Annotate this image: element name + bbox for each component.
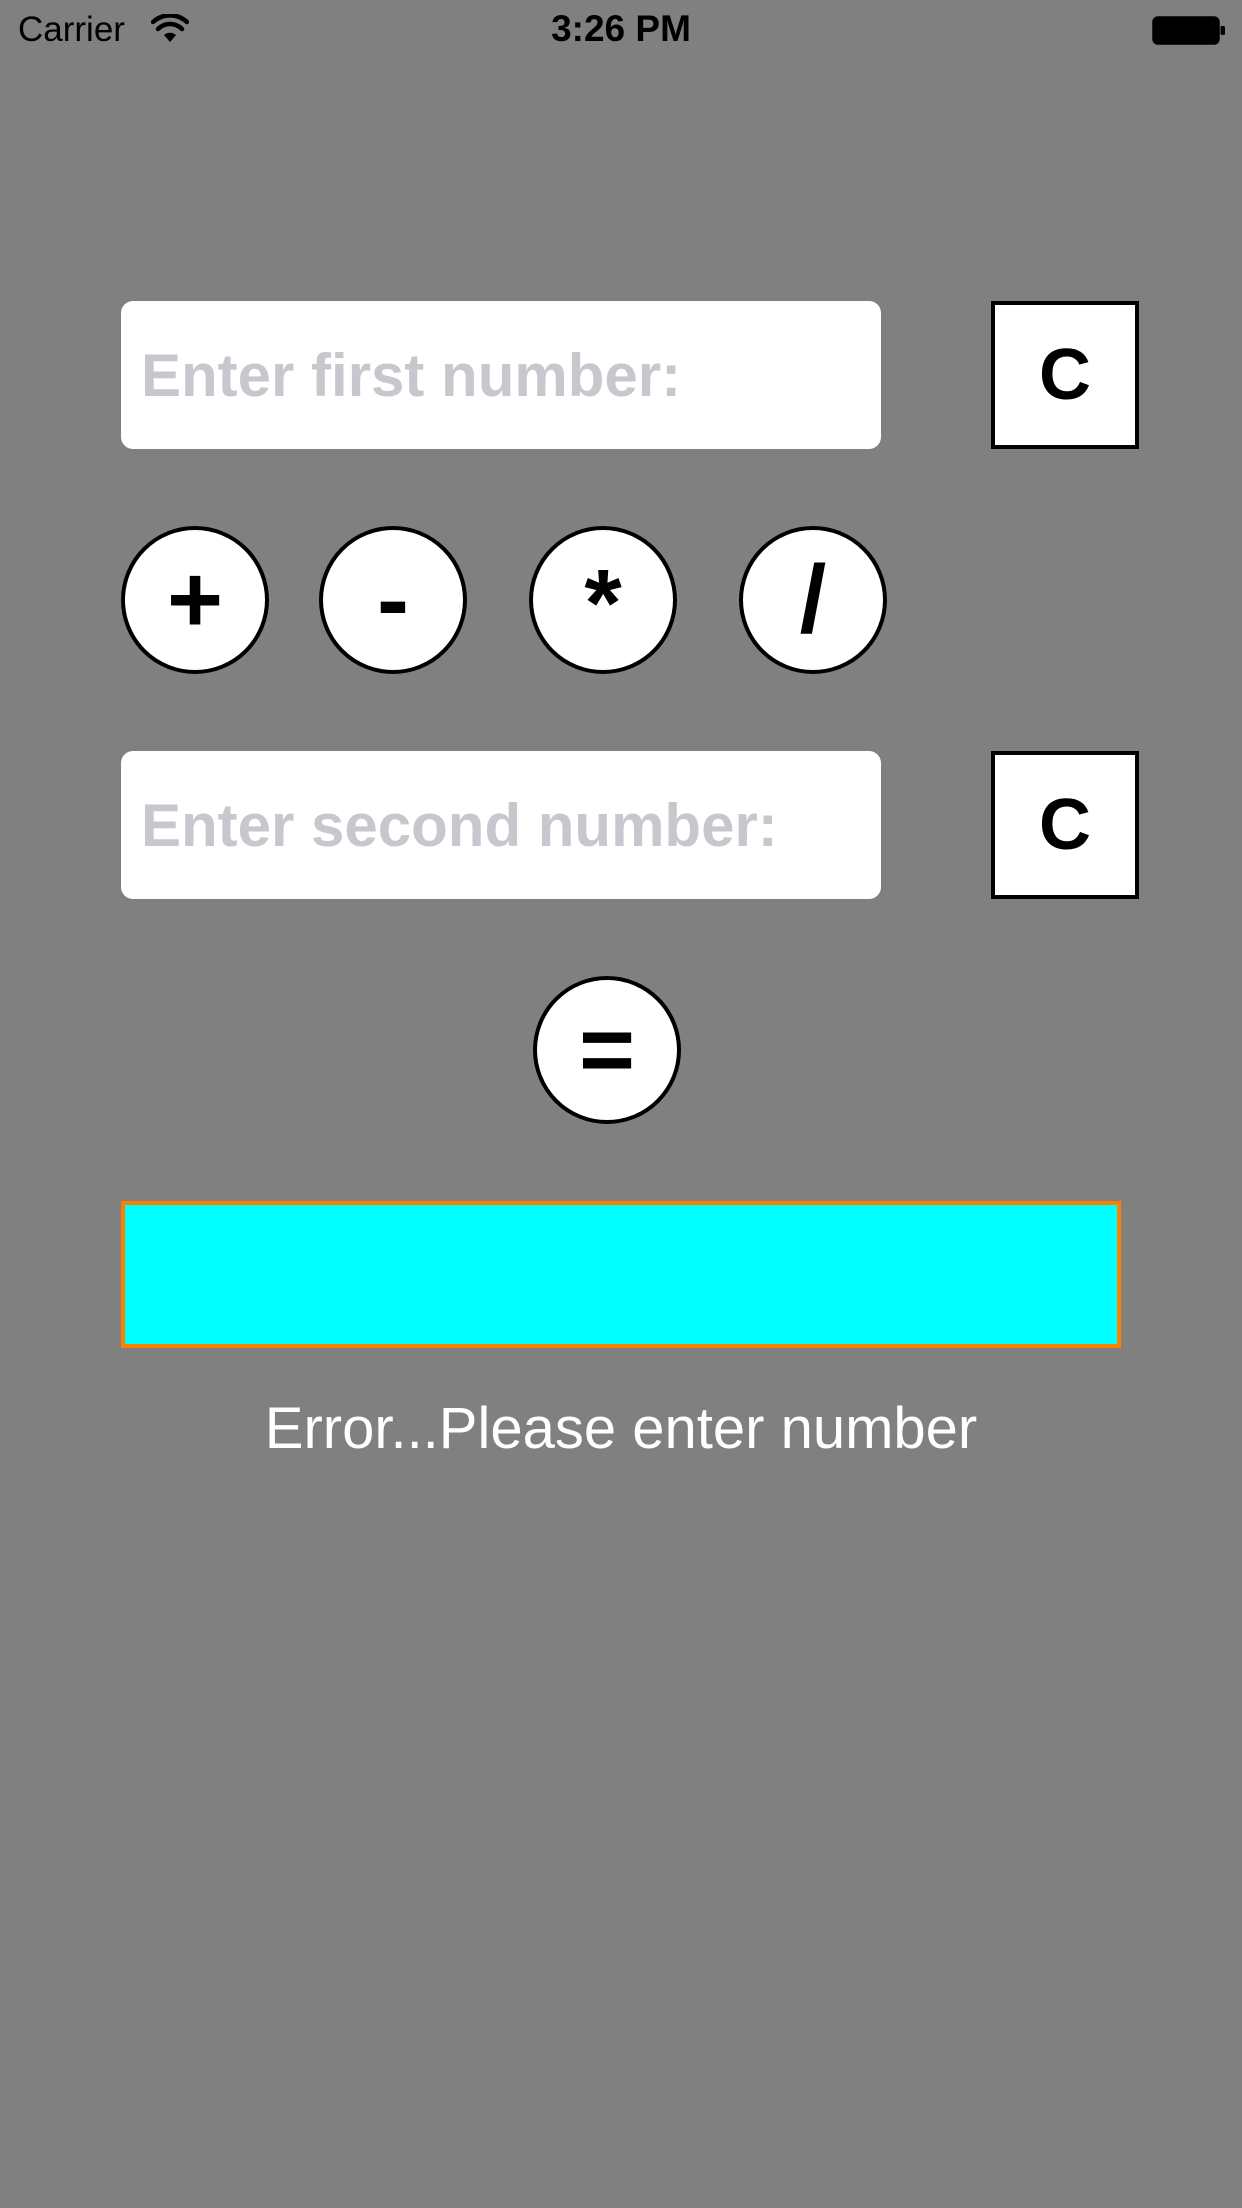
result-display xyxy=(121,1201,1121,1348)
subtract-button[interactable]: - xyxy=(319,526,467,674)
multiply-button[interactable]: * xyxy=(529,526,677,674)
clear-first-button[interactable]: C xyxy=(991,301,1139,449)
add-button[interactable]: + xyxy=(121,526,269,674)
battery-icon xyxy=(1152,16,1225,45)
divide-button[interactable]: / xyxy=(739,526,887,674)
second-number-field[interactable] xyxy=(121,751,881,899)
clear-second-button[interactable]: C xyxy=(991,751,1139,899)
status-bar: Carrier 3:26 PM xyxy=(0,0,1242,60)
first-number-field[interactable] xyxy=(121,301,881,449)
status-time: 3:26 PM xyxy=(551,8,691,49)
equals-button[interactable]: = xyxy=(533,976,681,1124)
error-message: Error...Please enter number xyxy=(264,1396,978,1461)
